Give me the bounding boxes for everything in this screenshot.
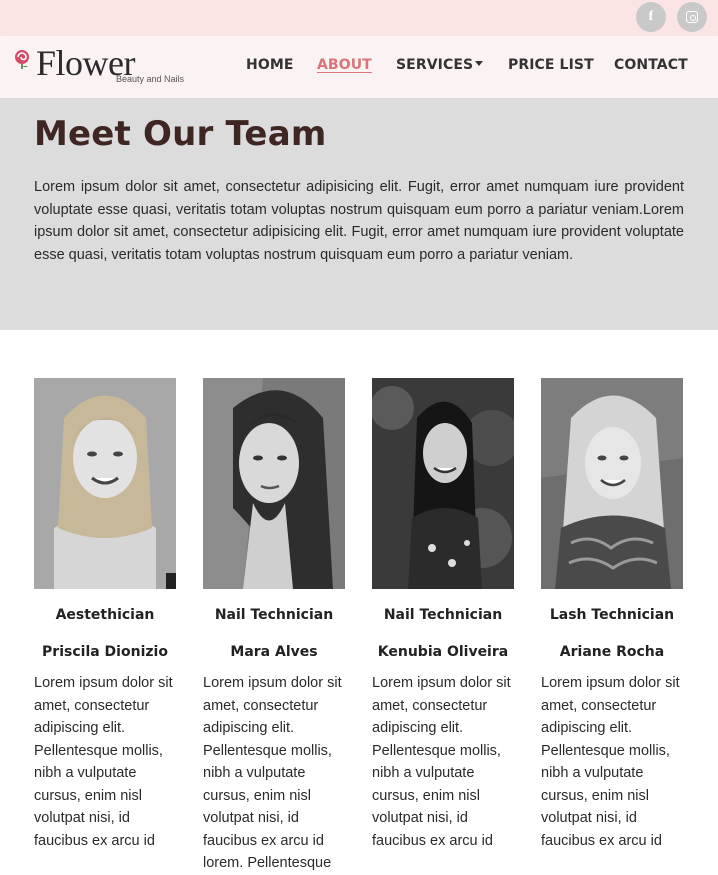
team-name: Priscila Dionizio bbox=[42, 644, 168, 660]
team-name: Mara Alves bbox=[230, 644, 318, 660]
facebook-icon[interactable]: f bbox=[636, 2, 666, 32]
team-bio: Lorem ipsum dolor sit amet, consectetur … bbox=[541, 675, 680, 849]
nav-services[interactable]: SERVICES bbox=[396, 57, 484, 73]
hero-section: Meet Our Team Lorem ipsum dolor sit amet… bbox=[0, 98, 718, 330]
team-section: Aestethician Priscila Dionizio Lorem ips… bbox=[0, 330, 718, 871]
navbar: Flower Beauty and Nails HOME ABOUT SERVI… bbox=[0, 36, 718, 98]
team-role: Aestethician bbox=[55, 607, 155, 623]
facebook-glyph: f bbox=[648, 9, 654, 24]
nav-contact[interactable]: CONTACT bbox=[614, 57, 688, 73]
nav-home[interactable]: HOME bbox=[246, 57, 294, 73]
brand-logo[interactable]: Flower Beauty and Nails bbox=[12, 43, 184, 88]
instagram-glyph bbox=[686, 11, 698, 23]
nav-price-list[interactable]: PRICE LIST bbox=[508, 57, 594, 73]
team-name: Kenubia Oliveira bbox=[377, 644, 509, 660]
nav-services-label: SERVICES bbox=[396, 57, 474, 73]
team-role: Nail Technician bbox=[214, 607, 334, 623]
top-bar: f bbox=[0, 0, 718, 36]
team-photo bbox=[372, 378, 514, 589]
brand-tagline: Beauty and Nails bbox=[116, 74, 185, 84]
team-bio: Lorem ipsum dolor sit amet, consectetur … bbox=[372, 675, 511, 849]
team-photo bbox=[541, 378, 683, 589]
team-photo bbox=[203, 378, 345, 589]
team-role: Lash Technician bbox=[549, 607, 675, 623]
team-bio: Lorem ipsum dolor sit amet, consectetur … bbox=[203, 675, 342, 871]
page-title: Meet Our Team bbox=[34, 114, 327, 154]
team-role: Nail Technician bbox=[383, 607, 503, 623]
team-card: Aestethician Priscila Dionizio Lorem ips… bbox=[34, 378, 176, 852]
team-card: Nail Technician Kenubia Oliveira Lorem i… bbox=[372, 378, 514, 852]
team-name: Ariane Rocha bbox=[559, 644, 665, 660]
hero-paragraph: Lorem ipsum dolor sit amet, consectetur … bbox=[34, 179, 684, 263]
nav-about[interactable]: ABOUT bbox=[317, 57, 372, 73]
team-bio: Lorem ipsum dolor sit amet, consectetur … bbox=[34, 675, 173, 849]
caret-down-icon bbox=[475, 60, 484, 66]
team-card: Nail Technician Mara Alves Lorem ipsum d… bbox=[203, 378, 345, 875]
instagram-icon[interactable] bbox=[677, 2, 707, 32]
team-card: Lash Technician Ariane Rocha Lorem ipsum… bbox=[541, 378, 683, 852]
team-photo bbox=[34, 378, 176, 589]
rose-logo-icon bbox=[15, 50, 29, 69]
